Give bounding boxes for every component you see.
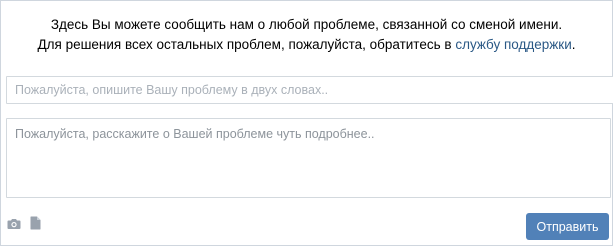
subject-input[interactable] [6, 76, 613, 104]
intro-line-2: Для решения всех остальных проблем, пожа… [1, 35, 612, 55]
send-button[interactable]: Отправить [526, 213, 609, 240]
details-textarea[interactable] [6, 118, 611, 198]
report-form-panel: Здесь Вы можете сообщить нам о любой про… [0, 0, 613, 246]
intro-line-2-text: Для решения всех остальных проблем, пожа… [37, 37, 456, 52]
intro-line-2-end: . [571, 37, 576, 52]
document-icon[interactable] [30, 216, 41, 230]
intro-text: Здесь Вы можете сообщить нам о любой про… [1, 15, 612, 55]
intro-line-1: Здесь Вы можете сообщить нам о любой про… [50, 17, 563, 32]
support-link[interactable]: службу поддержки [455, 37, 571, 52]
camera-icon[interactable] [7, 217, 21, 231]
